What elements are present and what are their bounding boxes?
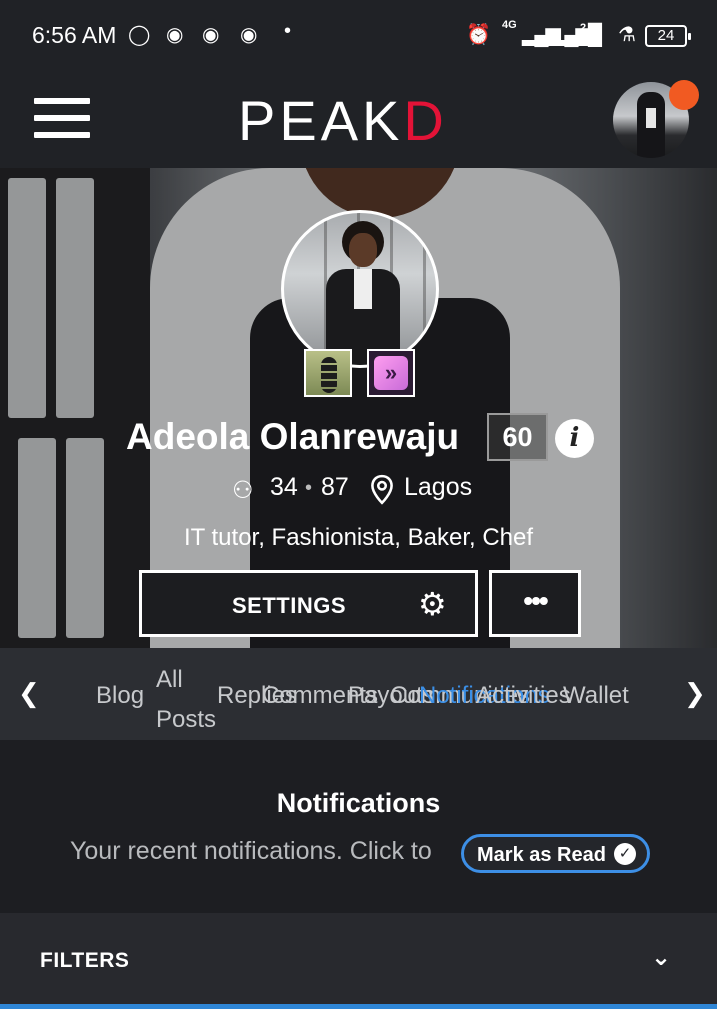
status-time: 6:56 AM [32, 22, 117, 48]
notification-dot [669, 80, 699, 110]
speed-value: 2.50 [580, 22, 602, 34]
speed-unit: K/S [581, 34, 600, 46]
logo-main-text: PEAK [238, 89, 404, 152]
settings-button[interactable]: SETTINGS ⚙ [139, 570, 478, 637]
notifications-panel [0, 740, 717, 913]
tab-wallet[interactable]: Wallet [563, 682, 629, 710]
follower-count[interactable]: 34 [270, 473, 298, 502]
mark-as-read-button[interactable]: Mark as Read ✓ [461, 834, 650, 873]
following-count[interactable]: 87 [321, 473, 349, 502]
app-header: PEAKD [0, 72, 717, 168]
filters-label: FILTERS [40, 949, 130, 972]
tab-all-posts[interactable]: All Posts [156, 660, 226, 740]
location-pin-icon [371, 474, 393, 505]
profile-location: Lagos [404, 473, 473, 501]
more-options-button[interactable]: ••• [489, 570, 581, 637]
stats-separator: • [305, 477, 313, 499]
followers-icon[interactable]: ⚇ [232, 476, 254, 505]
mark-as-read-label: Mark as Read [477, 844, 606, 866]
tab-activities[interactable]: Activities [476, 682, 571, 710]
logo-accent-text: D [403, 89, 448, 152]
status-bar: 6:56 AM ◯ ◉ ◉ ◉ • ⏰ 4G ▂▄▆ ▂▄▆█ 2.50 K/S… [0, 0, 717, 72]
chevron-right-icon[interactable]: ❯ [684, 678, 706, 709]
dot-icon: • [284, 20, 292, 42]
page-title: Notifications [276, 788, 441, 818]
badge-stones-icon[interactable] [304, 349, 352, 397]
chevron-left-icon[interactable]: ❮ [18, 678, 40, 709]
discord-icon: ◉ [166, 24, 184, 46]
filters-panel[interactable]: FILTERS ⌄ [0, 913, 717, 1005]
profile-avatar[interactable] [281, 210, 439, 368]
network-speed: 2.50 K/S [580, 22, 601, 46]
info-icon[interactable]: i [555, 419, 594, 458]
menu-icon[interactable] [34, 98, 90, 140]
network-type: 4G [502, 19, 517, 31]
peakd-logo[interactable]: PEAKD [238, 88, 448, 153]
reputation-badge: 60 [487, 413, 548, 461]
profile-tabs: ❮ Blog All Posts Replies Comments Payout… [0, 648, 717, 740]
divider [0, 1004, 717, 1009]
discord-icon: ◉ [202, 24, 220, 46]
flask-icon: ⚗ [618, 24, 636, 46]
alarm-icon: ⏰ [466, 24, 491, 46]
whatsapp-icon: ◯ [128, 24, 151, 46]
battery-indicator: 24 [645, 25, 691, 47]
profile-bio: IT tutor, Fashionista, Baker, Chef [183, 524, 534, 551]
gear-icon: ⚙ [418, 586, 448, 622]
notifications-description: Your recent notifications. Click to [70, 837, 432, 865]
chevron-down-icon[interactable]: ⌄ [651, 943, 671, 972]
profile-name: Adeola Olanrewaju [126, 416, 460, 457]
check-circle-icon: ✓ [614, 843, 636, 865]
tab-blog[interactable]: Blog [96, 682, 144, 710]
settings-label: SETTINGS [232, 593, 347, 618]
badge-hive-icon[interactable]: » [367, 349, 415, 397]
discord-icon: ◉ [240, 24, 258, 46]
